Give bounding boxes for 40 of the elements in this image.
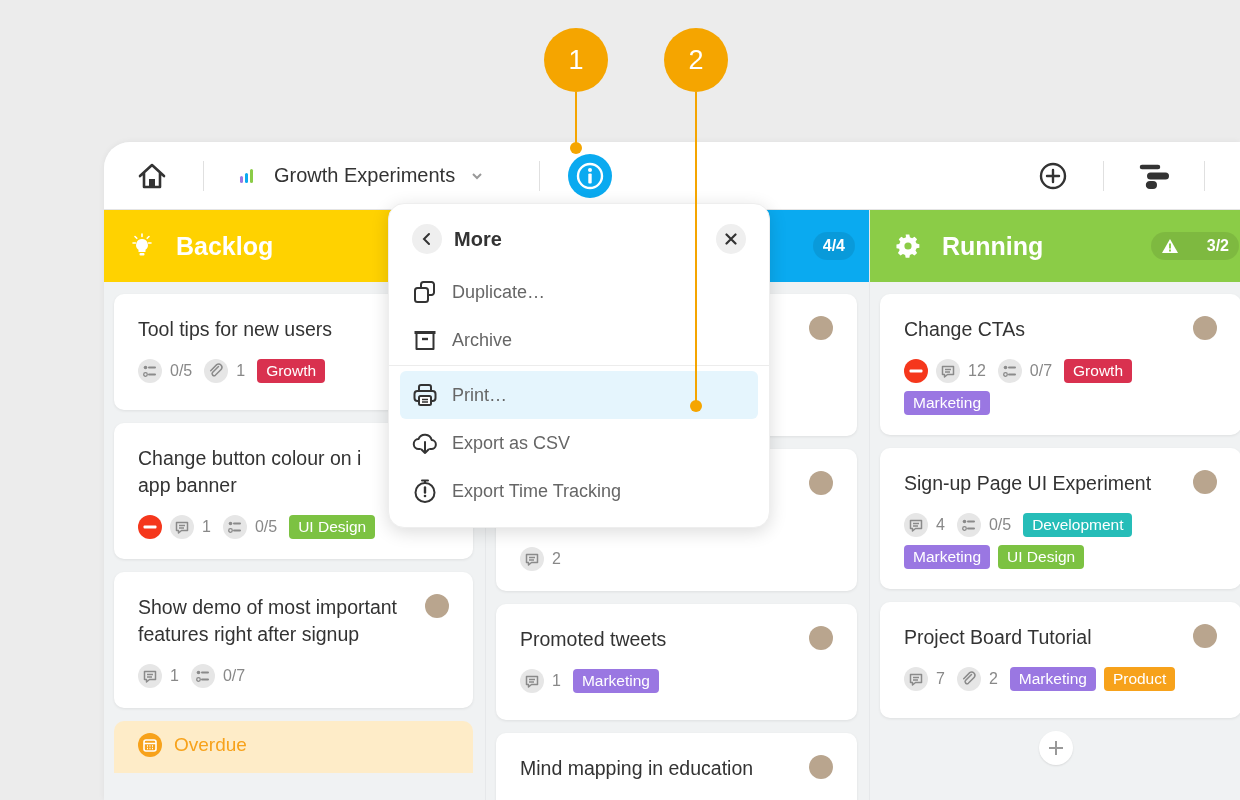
count-label: 2 [988,670,998,688]
tag: UI Design [998,545,1085,569]
count-label: 0/5 [170,362,193,380]
tag: Product [1103,667,1176,691]
count-label: 1 [236,362,246,380]
card-title: Change button colour on i app banner [138,446,362,498]
count-label: 0/5 [254,518,278,536]
card-title: Show demo of most important features right after signup [138,595,399,647]
count-label: 1 [552,672,561,690]
tag: Marketing [904,391,991,415]
count-label: 0/7 [1029,362,1053,380]
tag: Marketing [1009,667,1096,691]
count-label: 0/5 [988,516,1012,534]
column-title: Running [942,231,1044,261]
menu-title: More [454,227,502,251]
card-title: Tool tips for new users [138,317,332,342]
card-title: Project Board Tutorial [904,625,1092,650]
callout-marker: 1 [544,28,608,92]
tag: Growth [257,359,326,383]
count-label: 7 [936,670,945,688]
count-badge: 4/4 [812,232,855,260]
count-label: 2 [552,550,561,568]
count-label: 4 [936,516,945,534]
callout-marker: 2 [664,28,728,92]
card-title: Mind mapping in education [520,756,754,781]
card-title: Change CTAs [904,317,1026,342]
card-title: Sign-up Page UI Experiment [904,471,1152,496]
tag: Marketing [904,545,991,569]
column-title: Backlog [176,231,274,261]
count-label: 1 [202,518,211,536]
card-title: Promoted tweets [520,627,667,652]
tag: UI Design [289,515,376,539]
tag: Marketing [572,669,659,693]
count-label: 1 [170,667,179,685]
tag: Development [1023,513,1133,537]
tag: Growth [1064,359,1132,383]
count-label: 12 [968,362,986,380]
section-label: Overdue [174,734,247,756]
count-badge: 3/2 [1150,232,1239,260]
count-label: 0/7 [222,667,246,685]
